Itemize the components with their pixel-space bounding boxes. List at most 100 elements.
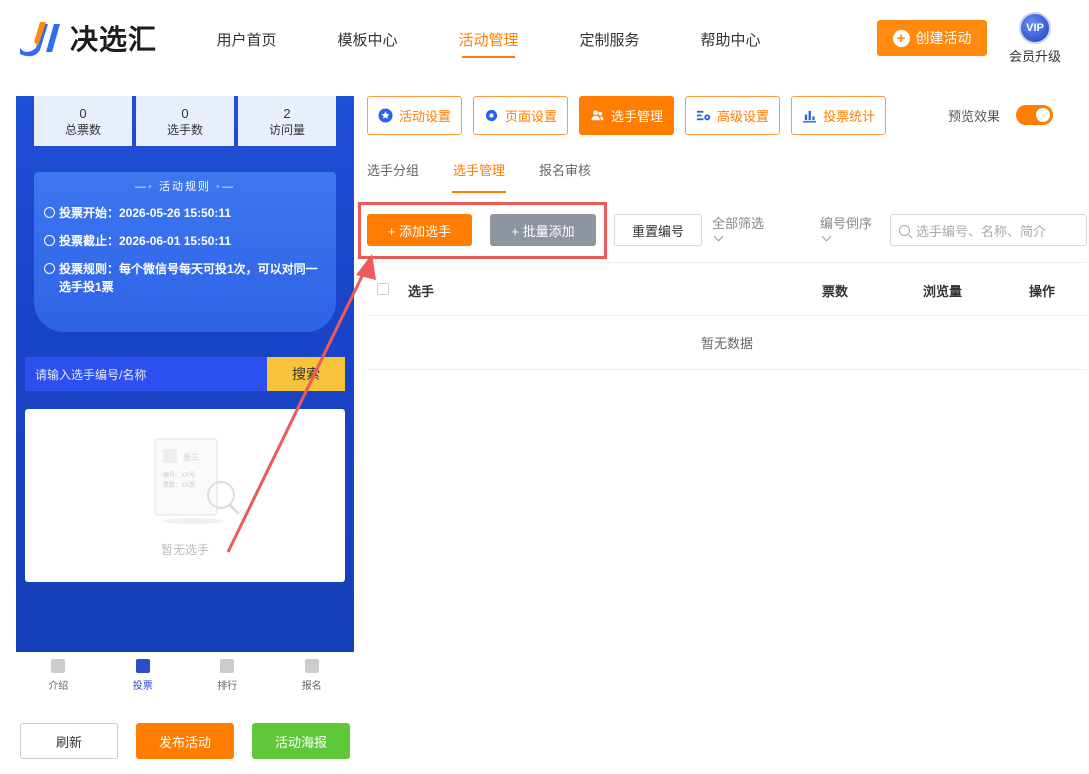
page-settings-button[interactable]: 页面设置 (473, 96, 569, 135)
rule-text: 投票开始：2026-05-26 15:50:11 (59, 206, 232, 220)
crown-icon (220, 658, 235, 673)
nav-templates[interactable]: 模板中心 (307, 0, 428, 78)
chevron-down-icon (713, 231, 724, 241)
subtabs: 选手分组 选手管理 报名审核 (367, 160, 591, 193)
preview-toggle: 预览效果 (948, 105, 1054, 125)
brand-logo[interactable]: 决选汇 (16, 18, 157, 58)
vip-upgrade[interactable]: VIP 会员升级 (1005, 12, 1065, 65)
select-all-checkbox[interactable] (377, 283, 389, 295)
tab-vote[interactable]: 投票 (101, 652, 186, 698)
bar-chart-icon (803, 110, 817, 123)
contestant-search-placeholder: 选手编号、名称、简介 (916, 223, 1047, 239)
stat-label: 访问量 (268, 123, 305, 137)
settings-toolbar: 活动设置 页面设置 选手管理 高级设置 投票统计 (367, 96, 887, 135)
toolbar-label: 投票统计 (823, 109, 876, 124)
table-empty-state: 暂无数据 (367, 316, 1087, 370)
stats-row: 0 总票数 0 选手数 2 访问量 (34, 96, 336, 146)
advanced-settings-button[interactable]: 高级设置 (685, 96, 781, 135)
publish-activity-button[interactable]: 发布活动 (136, 723, 234, 759)
refresh-button[interactable]: 刷新 (20, 723, 118, 759)
stat-total-votes: 0 总票数 (34, 96, 132, 146)
nav-activity-management[interactable]: 活动管理 (428, 0, 549, 78)
order-dropdown-label: 编号倒序 (820, 215, 873, 231)
logo-mark-icon (20, 22, 60, 57)
empty-contestants-card: 张三 编号：XX号 票数：XX票 暂无选手 (25, 409, 345, 582)
toolbar-label: 页面设置 (505, 109, 558, 124)
activity-poster-button[interactable]: 活动海报 (252, 723, 350, 759)
sliders-gear-icon (696, 110, 711, 121)
empty-document-icon: 张三 编号：XX号 票数：XX票 (154, 438, 241, 524)
nav-help-center[interactable]: 帮助中心 (670, 0, 791, 78)
annotation-highlight-box (358, 202, 607, 259)
logo-text: 决选汇 (70, 24, 158, 55)
rule-start: 投票开始：2026-05-26 15:50:11 (44, 204, 336, 222)
vip-upgrade-label: 会员升级 (1008, 49, 1061, 64)
star-circle-icon (378, 108, 393, 123)
filter-dropdown[interactable]: 全部筛选 (712, 215, 765, 241)
users-icon (591, 110, 604, 121)
empty-card-line2: 票数：XX票 (163, 481, 195, 489)
activity-rules-panel: —◦ 活动规则 ◦— 投票开始：2026-05-26 15:50:11 投票截止… (34, 172, 336, 332)
tab-signup[interactable]: 报名 (270, 652, 355, 698)
nav-home[interactable]: 用户首页 (186, 0, 307, 78)
subtab-groups[interactable]: 选手分组 (367, 160, 419, 193)
info-icon (44, 263, 55, 274)
order-dropdown[interactable]: 编号倒序 (820, 215, 873, 241)
stat-value: 2 (283, 106, 291, 121)
preview-search-input[interactable]: 请输入选手编号/名称 (25, 357, 267, 391)
flag-icon (304, 658, 319, 673)
toolbar-label: 活动设置 (399, 109, 452, 124)
col-votes: 票数 (822, 284, 849, 299)
tab-label: 投票 (132, 680, 153, 692)
preview-actions: 刷新 发布活动 活动海报 (20, 723, 350, 759)
rule-text: 投票规则：每个微信号每天可投1次，可以对同一选手投1票 (59, 262, 318, 294)
empty-card-name: 张三 (183, 453, 199, 462)
reset-numbering-button[interactable]: 重置编号 (614, 214, 702, 246)
create-activity-button[interactable]: + 创建活动 (877, 20, 987, 56)
filter-dropdown-label: 全部筛选 (712, 215, 765, 231)
vote-icon (135, 658, 150, 673)
contestant-table-header: 选手 票数 浏览量 操作 (367, 262, 1087, 316)
plus-circle-icon: + (892, 29, 910, 47)
nav-custom-service[interactable]: 定制服务 (549, 0, 670, 78)
toolbar-label: 高级设置 (717, 109, 770, 124)
stat-visits: 2 访问量 (238, 96, 336, 146)
col-contestant: 选手 (408, 284, 435, 299)
subtab-signup-review[interactable]: 报名审核 (539, 160, 591, 193)
tab-intro[interactable]: 介绍 (16, 652, 101, 698)
tab-label: 排行 (217, 680, 238, 692)
empty-card-line1: 编号：XX号 (163, 471, 195, 479)
activity-settings-button[interactable]: 活动设置 (367, 96, 463, 135)
stat-label: 总票数 (64, 123, 101, 137)
stat-contestants: 0 选手数 (136, 96, 234, 146)
subtab-contestants[interactable]: 选手管理 (452, 160, 507, 193)
preview-switch[interactable] (1016, 105, 1054, 125)
preview-tabbar: 介绍 投票 排行 报名 (16, 652, 354, 698)
rule-text: 投票截止：2026-06-01 15:50:11 (59, 234, 232, 248)
preview-search-button[interactable]: 搜索 (267, 357, 345, 391)
search-icon (899, 224, 910, 236)
vip-badge-icon: VIP (1019, 12, 1051, 44)
col-actions: 操作 (1029, 284, 1056, 299)
vote-statistics-button[interactable]: 投票统计 (791, 96, 887, 135)
toolbar-label: 选手管理 (611, 109, 664, 124)
rule-limit: 投票规则：每个微信号每天可投1次，可以对同一选手投1票 (44, 260, 336, 296)
empty-contestants-text: 暂无选手 (160, 543, 209, 557)
rule-end: 投票截止：2026-06-01 15:50:11 (44, 232, 336, 250)
tab-label: 报名 (301, 680, 322, 692)
stat-value: 0 (79, 106, 87, 121)
create-activity-label: 创建活动 (915, 30, 972, 46)
main-nav: 用户首页 模板中心 活动管理 定制服务 帮助中心 (186, 0, 791, 78)
bookmark-icon (51, 658, 66, 673)
stat-label: 选手数 (166, 123, 203, 137)
tab-label: 介绍 (48, 680, 69, 692)
contestant-management-button[interactable]: 选手管理 (579, 96, 675, 135)
clock-icon (44, 207, 55, 218)
gear-icon (485, 109, 498, 122)
stat-value: 0 (181, 106, 189, 121)
chevron-down-icon (821, 231, 832, 241)
rules-title: —◦ 活动规则 ◦— (135, 181, 235, 193)
contestant-search-input[interactable]: 选手编号、名称、简介 (890, 214, 1087, 246)
top-header: 决选汇 用户首页 模板中心 活动管理 定制服务 帮助中心 + 创建活动 VIP … (0, 0, 1089, 78)
tab-ranking[interactable]: 排行 (185, 652, 270, 698)
